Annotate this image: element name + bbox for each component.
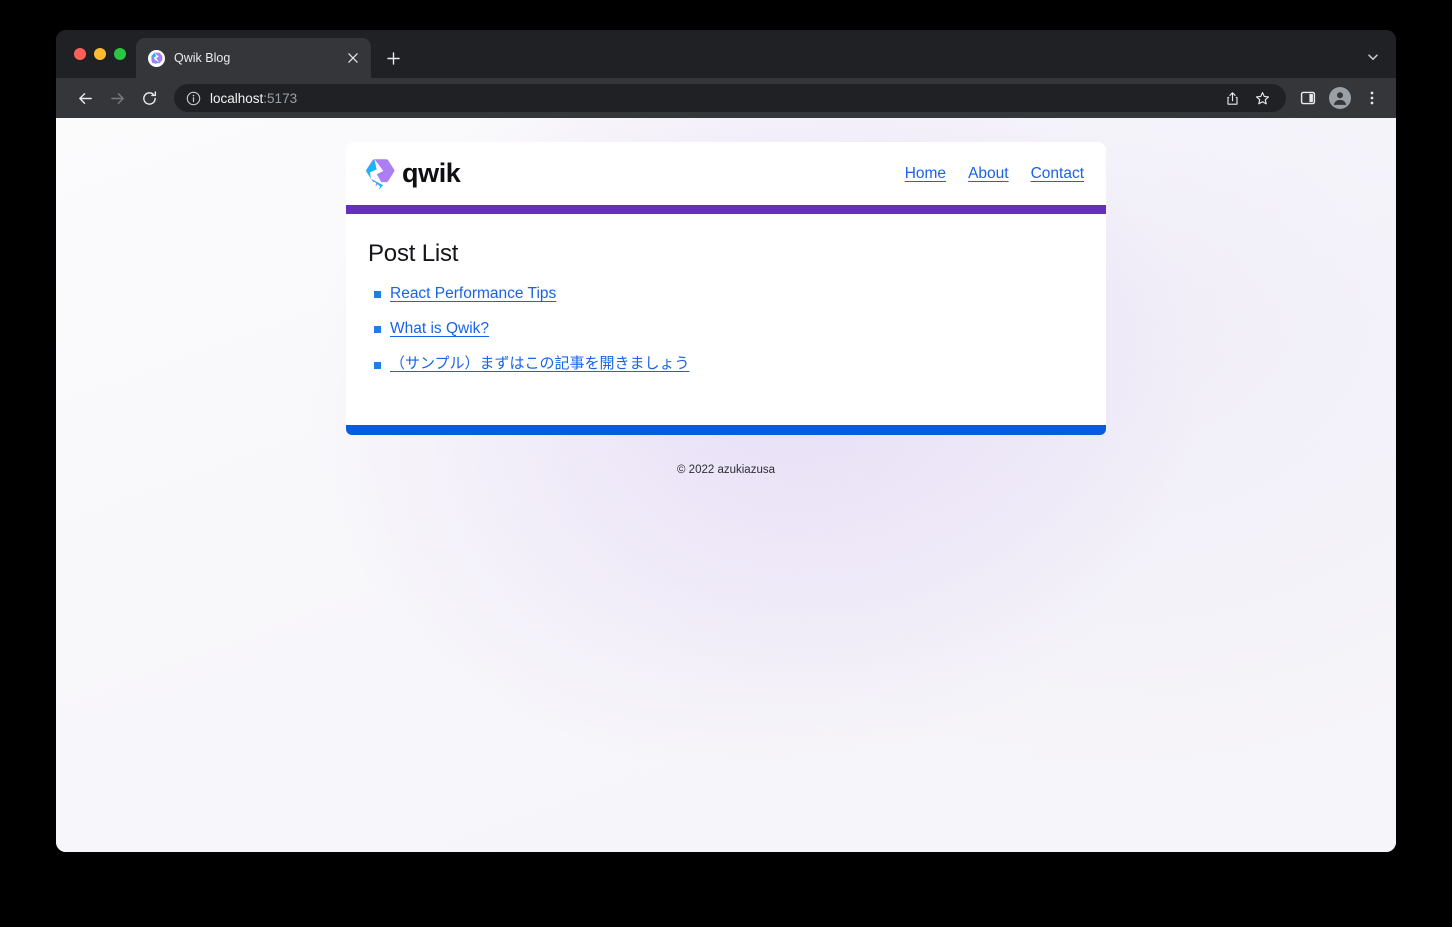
- brand-name: qwik: [402, 158, 461, 188]
- tab-close-icon[interactable]: [343, 48, 363, 68]
- close-window-button[interactable]: [74, 48, 86, 60]
- post-list: React Performance Tips What is Qwik? （サン…: [368, 282, 1082, 375]
- list-item: React Performance Tips: [368, 282, 1082, 305]
- profile-avatar-icon: [1329, 87, 1351, 109]
- page-title: Post List: [368, 240, 459, 267]
- share-icon[interactable]: [1220, 86, 1244, 110]
- reload-button[interactable]: [134, 83, 164, 113]
- url-host: localhost: [210, 90, 264, 106]
- site-nav: Home About Contact: [905, 165, 1084, 183]
- footer-copyright: © 2022 azukiazusa: [677, 464, 775, 476]
- new-tab-button[interactable]: [379, 44, 407, 72]
- window-traffic-lights: [66, 30, 136, 78]
- site-content-card: qwik Home About Contact Post List React …: [346, 142, 1106, 435]
- browser-menu-button[interactable]: [1358, 84, 1386, 112]
- site-footer-wrap: © 2022 azukiazusa: [346, 445, 1106, 476]
- url-port: :5173: [263, 90, 298, 106]
- site-footer: © 2022 azukiazusa: [346, 445, 1106, 476]
- post-link-what-is-qwik[interactable]: What is Qwik?: [390, 317, 489, 340]
- address-bar[interactable]: localhost:5173: [174, 84, 1286, 112]
- browser-window: Qwik Blog localhost:5173 qwik Home About…: [56, 30, 1396, 852]
- tab-favicon-qwik-logo-icon: [148, 49, 165, 67]
- header-accent-rule: [346, 205, 1106, 214]
- minimize-window-button[interactable]: [94, 48, 106, 60]
- reload-icon: [142, 90, 156, 105]
- chevron-down-icon: [1368, 54, 1378, 60]
- post-link-react-performance-tips[interactable]: React Performance Tips: [390, 282, 556, 305]
- toolbar-right-actions: [1294, 84, 1386, 112]
- footer-accent-rule: [346, 425, 1106, 435]
- bookmark-star-icon[interactable]: [1250, 86, 1274, 110]
- site-header: qwik Home About Contact: [346, 142, 1106, 205]
- tab-list-button[interactable]: [1358, 42, 1388, 72]
- three-dot-menu-icon: [1370, 91, 1374, 105]
- site-main: Post List React Performance Tips What is…: [346, 214, 1106, 425]
- qwik-logo-icon: [366, 158, 396, 190]
- site-brand[interactable]: qwik: [366, 158, 461, 190]
- side-panel-button[interactable]: [1294, 84, 1322, 112]
- list-item: （サンプル）まずはこの記事を開きましょう: [368, 353, 1082, 376]
- list-item: What is Qwik?: [368, 317, 1082, 340]
- post-link-sample-article[interactable]: （サンプル）まずはこの記事を開きましょう: [390, 353, 690, 376]
- nav-link-contact[interactable]: Contact: [1031, 165, 1084, 183]
- tab-title: Qwik Blog: [174, 51, 231, 65]
- omnibox-actions: [1220, 86, 1276, 110]
- nav-link-about[interactable]: About: [968, 165, 1009, 183]
- forward-arrow-icon: [110, 92, 124, 104]
- tab-strip: Qwik Blog: [56, 30, 1396, 78]
- address-bar-url: localhost:5173: [210, 91, 297, 106]
- browser-tab[interactable]: Qwik Blog: [136, 38, 371, 78]
- forward-button[interactable]: [102, 83, 132, 113]
- browser-toolbar: localhost:5173: [56, 78, 1396, 118]
- page-viewport: qwik Home About Contact Post List React …: [56, 118, 1396, 852]
- side-panel-icon: [1300, 91, 1316, 105]
- back-arrow-icon: [78, 92, 92, 104]
- back-button[interactable]: [70, 83, 100, 113]
- site-info-icon[interactable]: [186, 91, 201, 106]
- nav-link-home[interactable]: Home: [905, 165, 946, 183]
- profile-button[interactable]: [1326, 84, 1354, 112]
- maximize-window-button[interactable]: [114, 48, 126, 60]
